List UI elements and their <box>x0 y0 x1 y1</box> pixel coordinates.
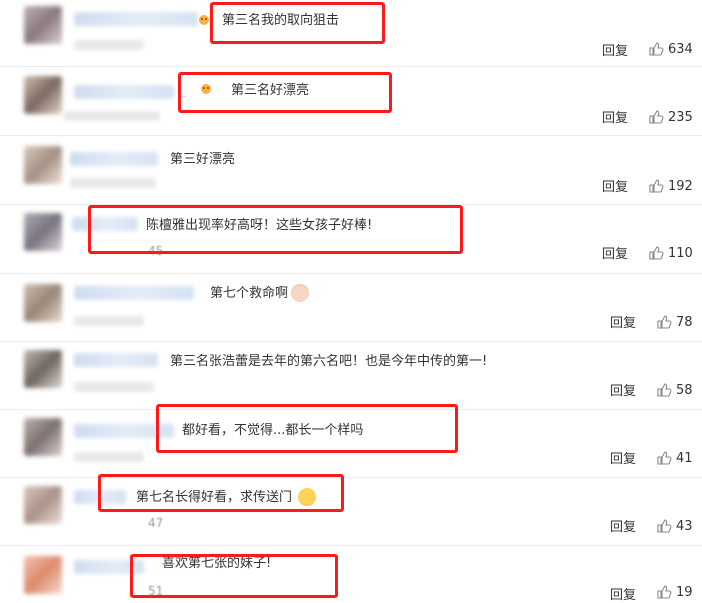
cat-face-icon <box>291 284 309 302</box>
reply-button[interactable]: 回复 <box>602 176 628 195</box>
username[interactable] <box>74 85 174 99</box>
comment-row: 都好看，不觉得...都长一个样吗 回复 41 <box>0 404 702 478</box>
like-count: 58 <box>676 382 693 398</box>
comment-row: 第三名我的取向狙击 回复 634 <box>0 0 702 67</box>
reply-button[interactable]: 回复 <box>610 516 636 535</box>
like-count: 110 <box>668 245 693 261</box>
reply-button[interactable]: 回复 <box>610 380 636 399</box>
avatar[interactable] <box>24 418 62 456</box>
comment-row: 第三好漂亮 回复 192 <box>0 136 702 205</box>
highlight-box <box>210 2 385 44</box>
avatar[interactable] <box>24 284 62 322</box>
comment-row: 第三名张浩蕾是去年的第六名吧！也是今年中传的第一! 回复 58 <box>0 342 702 410</box>
reply-button[interactable]: 回复 <box>610 312 636 331</box>
avatar[interactable] <box>24 213 62 251</box>
like-button[interactable]: 19 <box>656 584 693 600</box>
comment-row: _ 第三名好漂亮 回复 235 <box>0 67 702 136</box>
comment-meta <box>74 316 144 326</box>
like-button[interactable]: 58 <box>656 382 693 398</box>
thumbs-up-icon <box>649 246 664 260</box>
comment-row: 第七个救命啊 回复 78 <box>0 274 702 342</box>
like-count: 634 <box>668 41 693 57</box>
comment-row: 喜欢第七张的妹子! 51 回复 19 <box>0 546 702 603</box>
like-button[interactable]: 78 <box>656 314 693 330</box>
comment-row: 陈檀雅出现率好高呀！这些女孩子好棒! 45 回复 110 <box>0 205 702 274</box>
username[interactable] <box>74 353 158 367</box>
highlight-box <box>156 404 458 453</box>
highlight-box <box>130 554 338 598</box>
highlight-box <box>98 474 344 512</box>
highlight-box <box>88 205 463 254</box>
reply-button[interactable]: 回复 <box>602 40 628 59</box>
username[interactable] <box>74 12 198 26</box>
like-button[interactable]: 235 <box>648 109 693 125</box>
like-count: 19 <box>676 584 693 600</box>
thumbs-up-icon <box>657 585 672 599</box>
comment-meta <box>74 40 144 50</box>
thumbs-up-icon <box>649 42 664 56</box>
avatar[interactable] <box>24 350 62 388</box>
like-count: 78 <box>676 314 693 330</box>
thumbs-up-icon <box>657 383 672 397</box>
thumbs-up-icon <box>657 315 672 329</box>
reply-button[interactable]: 回复 <box>602 243 628 262</box>
reply-button[interactable]: 回复 <box>610 448 636 467</box>
comment-meta <box>64 111 160 121</box>
comment-count: 47 <box>148 516 164 530</box>
like-button[interactable]: 110 <box>648 245 693 261</box>
like-button[interactable]: 43 <box>656 518 693 534</box>
thumbs-up-icon <box>649 179 664 193</box>
like-count: 235 <box>668 109 693 125</box>
comment-meta <box>74 382 154 392</box>
comment-text: 第三好漂亮 <box>170 152 236 167</box>
avatar[interactable] <box>24 146 62 184</box>
avatar[interactable] <box>24 76 62 114</box>
like-count: 192 <box>668 178 693 194</box>
comment-text: 第七个救命啊 <box>210 286 289 301</box>
thumbs-up-icon <box>657 519 672 533</box>
avatar[interactable] <box>24 556 62 594</box>
thumbs-up-icon <box>657 451 672 465</box>
like-count: 41 <box>676 450 693 466</box>
like-count: 43 <box>676 518 693 534</box>
comment-row: 第七名长得好看，求传送门 47 回复 43 <box>0 474 702 546</box>
comment-meta <box>70 178 156 188</box>
avatar[interactable] <box>24 6 62 44</box>
reply-button[interactable]: 回复 <box>610 584 636 603</box>
thumbs-up-icon <box>649 110 664 124</box>
avatar[interactable] <box>24 486 62 524</box>
like-button[interactable]: 634 <box>648 41 693 57</box>
like-button[interactable]: 192 <box>648 178 693 194</box>
like-button[interactable]: 41 <box>656 450 693 466</box>
username[interactable] <box>74 286 194 300</box>
username[interactable] <box>70 152 158 166</box>
comment-text: 第三名张浩蕾是去年的第六名吧！也是今年中传的第一! <box>170 354 488 369</box>
comment-meta <box>74 452 144 462</box>
reply-button[interactable]: 回复 <box>602 107 628 126</box>
highlight-box <box>178 72 392 113</box>
